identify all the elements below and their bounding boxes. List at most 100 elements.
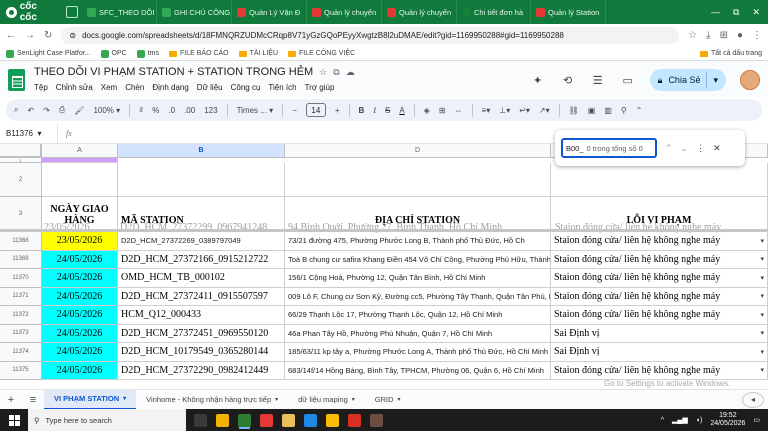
station-cell[interactable]: D2D_HCM_10179549_0365280144 <box>118 343 285 362</box>
date-cell[interactable]: 24/05/2026 <box>42 343 118 362</box>
number-format-button[interactable]: 123 <box>204 106 217 115</box>
browser-logo[interactable]: cốc cốc <box>0 1 62 23</box>
borders-icon[interactable]: ⊞ <box>439 106 446 115</box>
reload-icon[interactable]: ↻ <box>44 30 52 41</box>
text-color-button[interactable]: A <box>399 106 404 115</box>
back-icon[interactable]: ← <box>6 30 16 41</box>
undo-icon[interactable]: ↶ <box>27 106 34 115</box>
find-next-button[interactable]: ⌄ <box>681 143 689 154</box>
row-header[interactable]: 3 <box>0 197 42 231</box>
all-bookmarks-link[interactable]: Tất cả dấu trang <box>700 50 762 57</box>
tray-chevron-icon[interactable]: ^ <box>661 417 664 424</box>
table-cell[interactable] <box>551 163 768 197</box>
menu-item[interactable]: Tệp <box>34 83 48 92</box>
sheet-tab[interactable]: VI PHẠM STATION ▾ <box>44 389 137 410</box>
comments-icon[interactable]: ☰ <box>590 72 606 88</box>
app-w-icon[interactable] <box>260 413 273 427</box>
row-header[interactable]: 11370 <box>0 269 42 288</box>
url-field[interactable]: ⊜ docs.google.com/spreadsheets/d/18FMNQR… <box>61 27 680 44</box>
decrease-decimal-button[interactable]: .0 <box>168 106 175 115</box>
app-red-icon[interactable] <box>348 413 361 427</box>
print-icon[interactable]: ⎙ <box>59 105 65 115</box>
paint-format-icon[interactable]: 🖌︎ <box>74 106 84 115</box>
add-sheet-button[interactable]: + <box>0 394 22 406</box>
bookmark-item[interactable]: TÀI LIỆU <box>238 50 278 58</box>
address-cell[interactable]: 46a Phan Tây Hồ, Phường Phú Nhuận, Quận … <box>285 324 551 343</box>
browser-tab[interactable]: Quản lý chuyến <box>307 0 382 24</box>
column-header-a[interactable]: A <box>42 144 118 158</box>
row-header[interactable]: 11372 <box>0 306 42 325</box>
browser-tab[interactable]: GHI CHÚ CÔNG <box>157 0 232 24</box>
browser-tab[interactable]: Quản lý Station <box>531 0 606 24</box>
address-cell[interactable]: 156/1 Cộng Hoà, Phường 12, Quận Tân Bình… <box>285 269 551 288</box>
network-icon[interactable]: ▂▄▆ <box>672 416 688 424</box>
bookmark-item[interactable]: FILE BÁO CÁO <box>169 50 229 58</box>
app-dark-icon[interactable] <box>370 413 383 427</box>
address-cell[interactable]: 73/21 đường 475, Phường Phước Long B, Th… <box>285 232 551 251</box>
tab-overview-icon[interactable] <box>66 6 78 18</box>
merge-cells-icon[interactable]: ⇔ <box>455 106 463 115</box>
menu-item[interactable]: Trợ giúp <box>305 83 335 92</box>
menu-item[interactable]: Chèn <box>125 83 144 92</box>
site-info-icon[interactable]: ⊜ <box>69 31 76 40</box>
download-icon[interactable]: ⤓ <box>706 30 710 41</box>
filter-icon[interactable]: ⚲ <box>621 106 627 115</box>
star-icon[interactable]: ☆ <box>688 30 697 41</box>
start-button[interactable] <box>0 409 28 431</box>
profile-icon[interactable]: ● <box>737 30 743 41</box>
clock[interactable]: 19:52 24/05/2026 <box>710 412 745 429</box>
find-close-button[interactable]: ✕ <box>713 143 721 154</box>
violation-dropdown[interactable]: Sai Định vị <box>551 324 768 343</box>
bookmark-item[interactable]: OPC <box>100 49 127 58</box>
station-cell[interactable]: HCM_Q12_000433 <box>118 306 285 325</box>
chevron-down-icon[interactable]: ▾ <box>352 396 355 403</box>
violation-dropdown[interactable]: Staion đóng cửa/ liên hệ không nghe máy <box>551 361 768 380</box>
station-cell[interactable]: D2D_HCM_27372166_0915212722 <box>118 250 285 269</box>
search-menus-icon[interactable]: ⌕ <box>14 105 18 115</box>
share-button[interactable]: 🔒︎ Chia Sẻ ▾ <box>649 69 726 91</box>
menu-item[interactable]: Dữ liệu <box>197 83 223 92</box>
date-cell[interactable]: 24/05/2026 <box>42 287 118 306</box>
address-cell[interactable]: 009 Lô F, Chung cư Sơn Kỳ, Đường cc5, Ph… <box>285 287 551 306</box>
find-input[interactable]: B00_ 0 trong tổng số 0 <box>561 138 657 158</box>
date-cell[interactable]: 24/05/2026 <box>42 361 118 380</box>
volume-icon[interactable]: ◖) <box>696 417 703 424</box>
gemini-icon[interactable]: ✦ <box>530 72 546 88</box>
maximize-button[interactable]: ⧉ <box>733 7 739 18</box>
font-size-decrease-button[interactable]: − <box>292 106 297 115</box>
address-cell[interactable]: 683/14f/14 Hồng Bàng, Bình Tây, TPHCM, P… <box>285 361 551 380</box>
menu-item[interactable]: Định dạng <box>152 83 188 92</box>
browser-tab[interactable]: Quản lý chuyến <box>382 0 457 24</box>
browser-tab[interactable]: SFC_THEO DÕI <box>82 0 157 24</box>
text-rotation-icon[interactable]: ↗▾ <box>539 106 550 115</box>
browser-menu-icon[interactable]: ⋮ <box>752 30 762 41</box>
minimize-button[interactable]: — <box>711 7 720 18</box>
bookmark-item[interactable]: FILE CÔNG VIỆC <box>288 50 355 58</box>
table-cell[interactable] <box>118 163 285 197</box>
chart-icon[interactable]: ▥ <box>604 106 612 115</box>
currency-button[interactable]: ₫ <box>139 106 143 115</box>
select-all-corner[interactable] <box>0 144 42 158</box>
table-cell[interactable] <box>42 163 118 197</box>
table-cell[interactable] <box>285 163 551 197</box>
name-box[interactable]: B11376 ▾ <box>0 124 58 143</box>
date-cell[interactable]: 24/05/2026 <box>42 250 118 269</box>
date-cell[interactable]: 24/05/2026 <box>42 324 118 343</box>
station-cell[interactable]: D2D_HCM_27372451_0969550120 <box>118 324 285 343</box>
chevron-down-icon[interactable]: ▾ <box>713 75 718 86</box>
strikethrough-button[interactable]: S <box>385 106 390 115</box>
coccoc-icon[interactable] <box>238 413 251 427</box>
address-cell[interactable]: 66/29 Thạnh Lộc 17, Phường Thạnh Lộc, Qu… <box>285 306 551 325</box>
sheet-tab[interactable]: dữ liệu maping ▾ <box>288 390 365 410</box>
spreadsheet-grid[interactable]: ABDE123NGÀY GIAO HÀNGMÃ STATIONĐỊA CHỈ S… <box>0 144 768 381</box>
close-window-button[interactable]: ✕ <box>752 7 760 18</box>
font-size-input[interactable]: 14 <box>305 103 326 117</box>
menu-item[interactable]: Xem <box>101 83 117 92</box>
increase-decimal-button[interactable]: .00 <box>184 106 195 115</box>
percent-button[interactable]: % <box>152 106 159 115</box>
station-cell[interactable]: OMD_HCM_TB_000102 <box>118 269 285 288</box>
meet-icon[interactable]: ▭ <box>620 72 636 88</box>
redo-icon[interactable]: ↷ <box>43 106 50 115</box>
row-header[interactable]: 11373 <box>0 324 42 343</box>
all-sheets-button[interactable]: ≡ <box>22 394 44 406</box>
